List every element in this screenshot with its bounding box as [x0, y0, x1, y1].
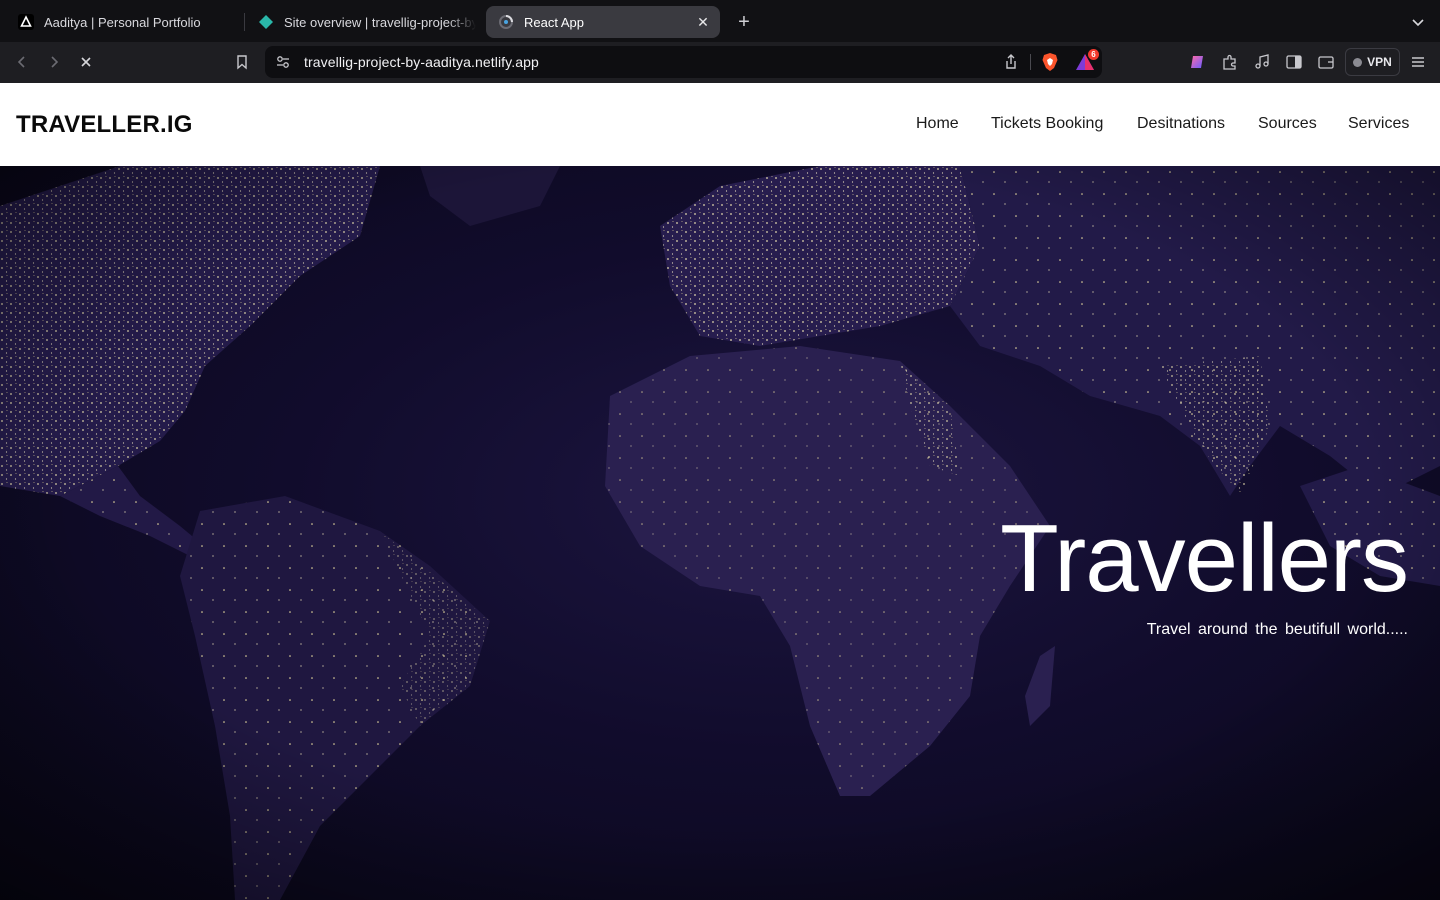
nav-link-destinations[interactable]: Desitnations	[1137, 115, 1225, 133]
site-logo[interactable]: TRAVELLER.IG	[16, 111, 193, 139]
divider	[1030, 54, 1031, 70]
tab-title: React App	[524, 14, 584, 30]
new-tab-button[interactable]: +	[732, 10, 756, 34]
netlify-diamond-icon	[258, 14, 274, 30]
nav-link-tickets-booking[interactable]: Tickets Booking	[991, 115, 1103, 133]
back-arrow-icon[interactable]	[10, 50, 34, 74]
nav-link-home[interactable]: Home	[916, 115, 959, 133]
browser-toolbar: travellig-project-by-aaditya.netlify.app…	[0, 42, 1440, 83]
url-text[interactable]: travellig-project-by-aaditya.netlify.app	[304, 54, 539, 70]
vpn-status-icon	[1353, 57, 1363, 67]
portfolio-logo-icon	[18, 14, 34, 30]
browser-tab-strip: Aaditya | Personal Portfolio Site overvi…	[0, 0, 1440, 42]
brave-shields-icon[interactable]	[1040, 52, 1060, 72]
tab-title: Aaditya | Personal Portfolio	[44, 14, 201, 30]
hero-title: Travellers	[1000, 505, 1409, 612]
extensions-puzzle-icon[interactable]	[1218, 50, 1242, 74]
leo-ai-icon[interactable]	[1186, 50, 1210, 74]
hero-section: Travellers Travel around the beutifull w…	[0, 166, 1440, 900]
page-viewport: TRAVELLER.IG Home Tickets Booking Desitn…	[0, 83, 1440, 900]
share-icon[interactable]	[1002, 53, 1020, 71]
close-icon[interactable]: ✕	[694, 13, 712, 31]
tab-portfolio[interactable]: Aaditya | Personal Portfolio	[6, 6, 242, 38]
site-settings-icon[interactable]	[275, 54, 291, 70]
nav-link-services[interactable]: Services	[1348, 115, 1409, 133]
site-navbar: TRAVELLER.IG Home Tickets Booking Desitn…	[0, 83, 1440, 166]
stop-loading-icon[interactable]	[74, 50, 98, 74]
hamburger-menu-icon[interactable]	[1406, 50, 1430, 74]
sidebar-toggle-icon[interactable]	[1282, 50, 1306, 74]
tab-site-overview[interactable]: Site overview | travellig-project-by-aad…	[246, 6, 478, 38]
chevron-down-icon[interactable]	[1406, 10, 1430, 34]
tab-title: Site overview | travellig-project-by-aad…	[284, 14, 476, 30]
tab-react-app[interactable]: React App ✕	[486, 6, 720, 38]
hero-subtitle: Travel around the beutifull world.....	[1146, 621, 1408, 638]
address-bar[interactable]: travellig-project-by-aaditya.netlify.app…	[265, 46, 1102, 78]
vpn-button[interactable]: VPN	[1345, 48, 1400, 76]
vpn-label: VPN	[1367, 55, 1392, 69]
brave-rewards-icon[interactable]: 6	[1074, 49, 1099, 72]
wallet-icon[interactable]	[1314, 50, 1338, 74]
forward-arrow-icon[interactable]	[42, 50, 66, 74]
loading-spinner-icon	[498, 14, 514, 30]
tab-divider	[244, 13, 245, 31]
bookmark-icon[interactable]	[230, 50, 254, 74]
nav-link-sources[interactable]: Sources	[1258, 115, 1317, 133]
media-music-icon[interactable]	[1250, 50, 1274, 74]
rewards-badge: 6	[1088, 49, 1099, 60]
